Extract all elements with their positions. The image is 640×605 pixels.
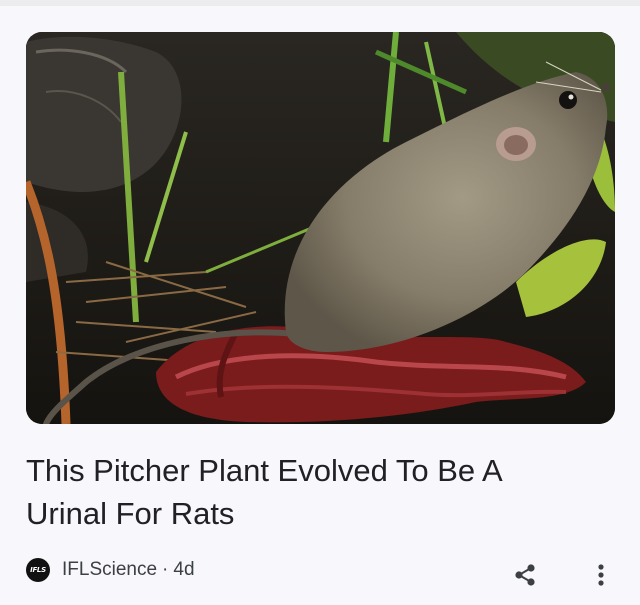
meta-separator: ·: [162, 559, 169, 580]
source-meta: IFLScience · 4d: [62, 559, 195, 581]
more-options-button[interactable]: [586, 560, 616, 590]
source-logo: IFLS: [26, 558, 50, 582]
source-logo-text: IFLS: [30, 566, 46, 574]
article-headline[interactable]: This Pitcher Plant Evolved To Be A Urina…: [26, 449, 586, 535]
more-vertical-icon: [598, 564, 604, 586]
news-card[interactable]: This Pitcher Plant Evolved To Be A Urina…: [0, 6, 640, 605]
article-age: 4d: [173, 559, 195, 580]
source-row[interactable]: IFLS IFLScience · 4d: [26, 555, 195, 585]
article-image[interactable]: [26, 32, 615, 424]
share-button[interactable]: [510, 560, 540, 590]
source-name: IFLScience: [62, 559, 158, 580]
share-icon: [515, 564, 535, 586]
